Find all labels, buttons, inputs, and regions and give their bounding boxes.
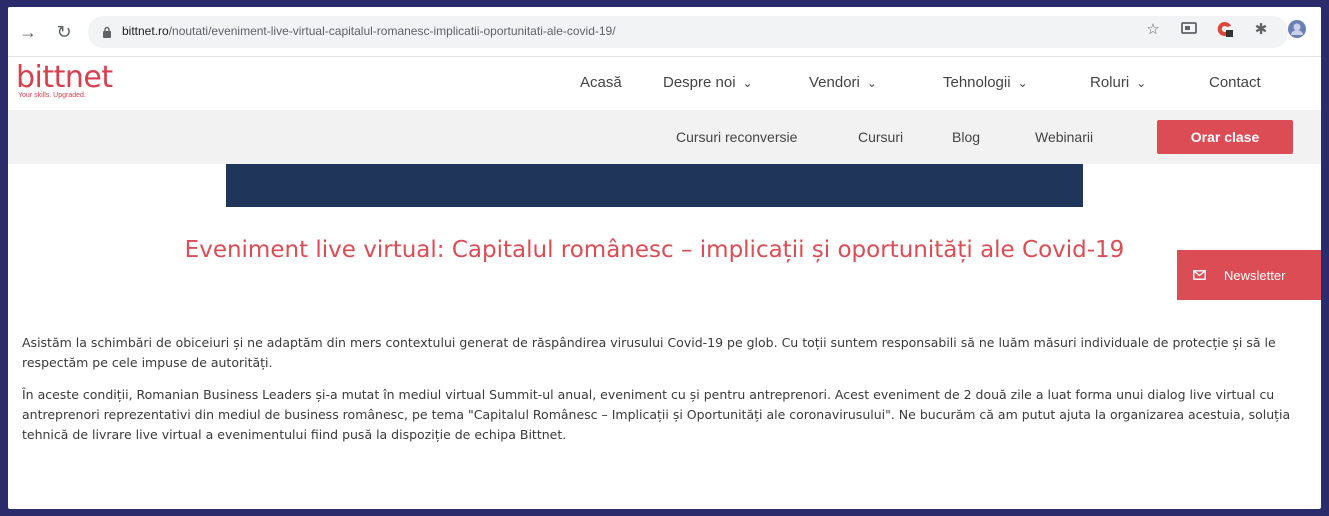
cast-icon[interactable] xyxy=(1179,19,1199,39)
article-body: Asistăm la schimbări de obiceiuri și ne … xyxy=(22,333,1292,457)
chevron-down-icon: ⌄ xyxy=(866,76,877,90)
main-navigation: Acasă Despre noi ⌄ Vendori ⌄ Tehnologii ⌄ R… xyxy=(8,74,1321,96)
orar-clase-button[interactable]: Orar clase xyxy=(1157,120,1293,154)
nav-contact[interactable]: Contact xyxy=(1209,74,1261,91)
address-bar[interactable]: bittnet.ro/noutati/eveniment-live-virtua… xyxy=(88,16,1288,48)
nav-despre-noi[interactable]: Despre noi ⌄ xyxy=(663,74,753,91)
browser-window: → ↻ bittnet.ro/noutati/eveniment-live-vi… xyxy=(8,7,1321,509)
article-paragraph: Asistăm la schimbări de obiceiuri și ne … xyxy=(22,335,1276,370)
nav-cursuri[interactable]: Cursuri xyxy=(858,129,903,145)
extension-red-icon[interactable] xyxy=(1215,19,1235,39)
url-host: bittnet.ro xyxy=(122,24,169,38)
lock-icon xyxy=(103,26,111,38)
profile-avatar[interactable] xyxy=(1287,19,1307,39)
article-banner xyxy=(226,164,1083,207)
nav-cursuri-reconversie[interactable]: Cursuri reconversie xyxy=(676,129,797,145)
nav-webinarii[interactable]: Webinarii xyxy=(1035,129,1093,145)
nav-tehnologii[interactable]: Tehnologii ⌄ xyxy=(943,74,1028,91)
envelope-icon xyxy=(1193,270,1206,280)
extension-icons: ☆ ✱ xyxy=(1143,19,1307,39)
site-header: bittnet Your skills. Upgraded. Acasă Des… xyxy=(8,58,1321,110)
reload-icon[interactable]: ↻ xyxy=(52,20,76,44)
nav-acasa[interactable]: Acasă xyxy=(580,74,622,91)
url-text: bittnet.ro/noutati/eveniment-live-virtua… xyxy=(122,24,616,38)
nav-roluri-label: Roluri xyxy=(1090,74,1130,91)
nav-tehnologii-label: Tehnologii xyxy=(943,74,1011,91)
page-title: Eveniment live virtual: Capitalul române… xyxy=(184,237,1125,263)
newsletter-button[interactable]: Newsletter xyxy=(1177,250,1321,300)
chevron-down-icon: ⌄ xyxy=(742,76,753,90)
forward-icon[interactable]: → xyxy=(16,20,40,44)
puzzle-icon[interactable]: ✱ xyxy=(1251,19,1271,39)
star-icon[interactable]: ☆ xyxy=(1143,19,1163,39)
nav-despre-noi-label: Despre noi xyxy=(663,74,736,91)
nav-vendori-label: Vendori xyxy=(809,74,860,91)
nav-blog[interactable]: Blog xyxy=(952,129,980,145)
chevron-down-icon: ⌄ xyxy=(1017,76,1028,90)
newsletter-label: Newsletter xyxy=(1224,267,1286,283)
browser-toolbar: → ↻ bittnet.ro/noutati/eveniment-live-vi… xyxy=(8,7,1321,57)
url-path: /noutati/eveniment-live-virtual-capitalu… xyxy=(168,24,616,38)
secondary-navigation: Cursuri reconversie Cursuri Blog Webinar… xyxy=(8,110,1321,164)
chevron-down-icon: ⌄ xyxy=(1136,76,1147,90)
nav-vendori[interactable]: Vendori ⌄ xyxy=(809,74,877,91)
article-paragraph: În aceste condiții, Romanian Business Le… xyxy=(22,387,1291,442)
nav-roluri[interactable]: Roluri ⌄ xyxy=(1090,74,1146,91)
